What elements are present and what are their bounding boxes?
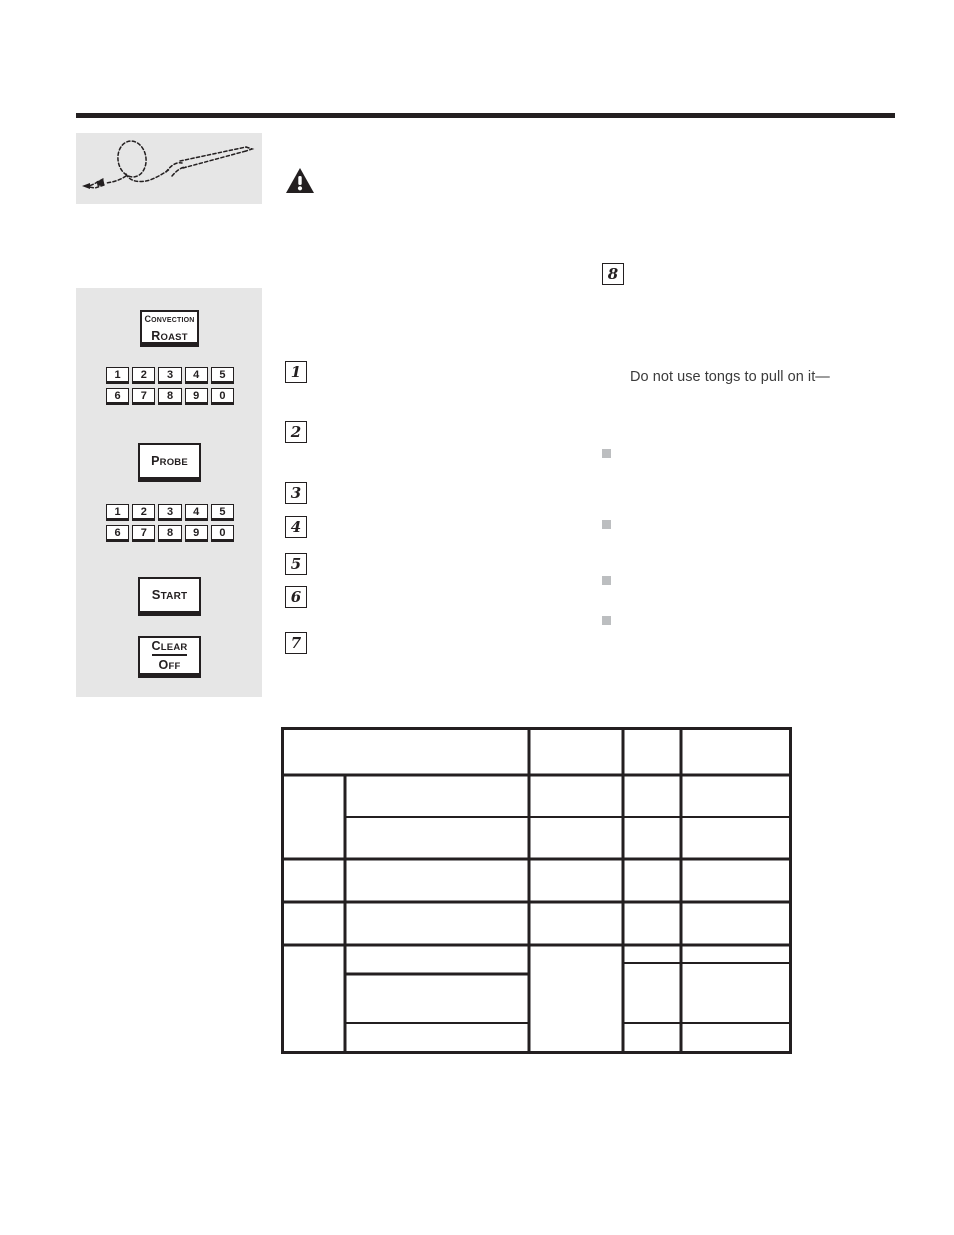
key-8[interactable]: 8 <box>158 525 182 542</box>
key-1[interactable]: 1 <box>106 367 130 384</box>
keypad-row: 6 7 8 9 0 <box>106 388 235 405</box>
key-3[interactable]: 3 <box>158 367 182 384</box>
clear-label: CLEAR <box>151 638 188 656</box>
clear-off-button[interactable]: CLEAR OFF <box>138 636 201 678</box>
probe-button[interactable]: PROBE <box>138 443 201 482</box>
key-0[interactable]: 0 <box>210 388 235 405</box>
keypad-row: 1 2 3 4 5 <box>106 504 235 521</box>
meat-probe-illustration <box>76 133 262 204</box>
key-0[interactable]: 0 <box>210 525 235 542</box>
key-3[interactable]: 3 <box>158 504 182 521</box>
key-9[interactable]: 9 <box>184 525 208 542</box>
key-4[interactable]: 4 <box>184 504 208 521</box>
square-bullet-icon <box>602 576 611 585</box>
start-button[interactable]: START <box>138 577 201 616</box>
cooking-chart-table <box>281 727 792 1054</box>
convection-roast-button[interactable]: CONVECTION ROAST <box>140 310 199 347</box>
header-rule <box>76 113 895 118</box>
key-7[interactable]: 7 <box>132 388 156 405</box>
step-marker-2: 2 <box>285 421 307 443</box>
oven-control-panel: CONVECTION ROAST 1 2 3 4 5 6 7 8 9 0 PRO… <box>76 288 262 697</box>
step-marker-1: 1 <box>285 361 307 383</box>
key-2[interactable]: 2 <box>132 504 156 521</box>
warning-triangle-icon <box>285 167 315 194</box>
key-5[interactable]: 5 <box>210 504 235 521</box>
key-6[interactable]: 6 <box>106 525 130 542</box>
step-marker-7: 7 <box>285 632 307 654</box>
step-marker-6: 6 <box>285 586 307 608</box>
key-1[interactable]: 1 <box>106 504 130 521</box>
key-7[interactable]: 7 <box>132 525 156 542</box>
start-label: START <box>151 586 188 602</box>
tongs-warning-text: Do not use tongs to pull on it— <box>630 369 830 385</box>
step-marker-5: 5 <box>285 553 307 575</box>
keypad-row: 6 7 8 9 0 <box>106 525 235 542</box>
step-marker-3: 3 <box>285 482 307 504</box>
key-9[interactable]: 9 <box>184 388 208 405</box>
off-label: OFF <box>158 658 181 672</box>
convection-roast-label-line2: ROAST <box>151 328 188 343</box>
keypad-row: 1 2 3 4 5 <box>106 367 235 384</box>
probe-label: PROBE <box>151 453 188 468</box>
numeric-keypad-upper: 1 2 3 4 5 6 7 8 9 0 <box>106 367 235 405</box>
square-bullet-icon <box>602 449 611 458</box>
square-bullet-icon <box>602 616 611 625</box>
step-marker-4: 4 <box>285 516 307 538</box>
square-bullet-icon <box>602 520 611 529</box>
key-6[interactable]: 6 <box>106 388 130 405</box>
numeric-keypad-lower: 1 2 3 4 5 6 7 8 9 0 <box>106 504 235 542</box>
key-8[interactable]: 8 <box>158 388 182 405</box>
step-marker-8: 8 <box>602 263 624 285</box>
key-2[interactable]: 2 <box>132 367 156 384</box>
key-5[interactable]: 5 <box>210 367 235 384</box>
convection-roast-label-line1: CONVECTION <box>144 314 195 325</box>
key-4[interactable]: 4 <box>184 367 208 384</box>
